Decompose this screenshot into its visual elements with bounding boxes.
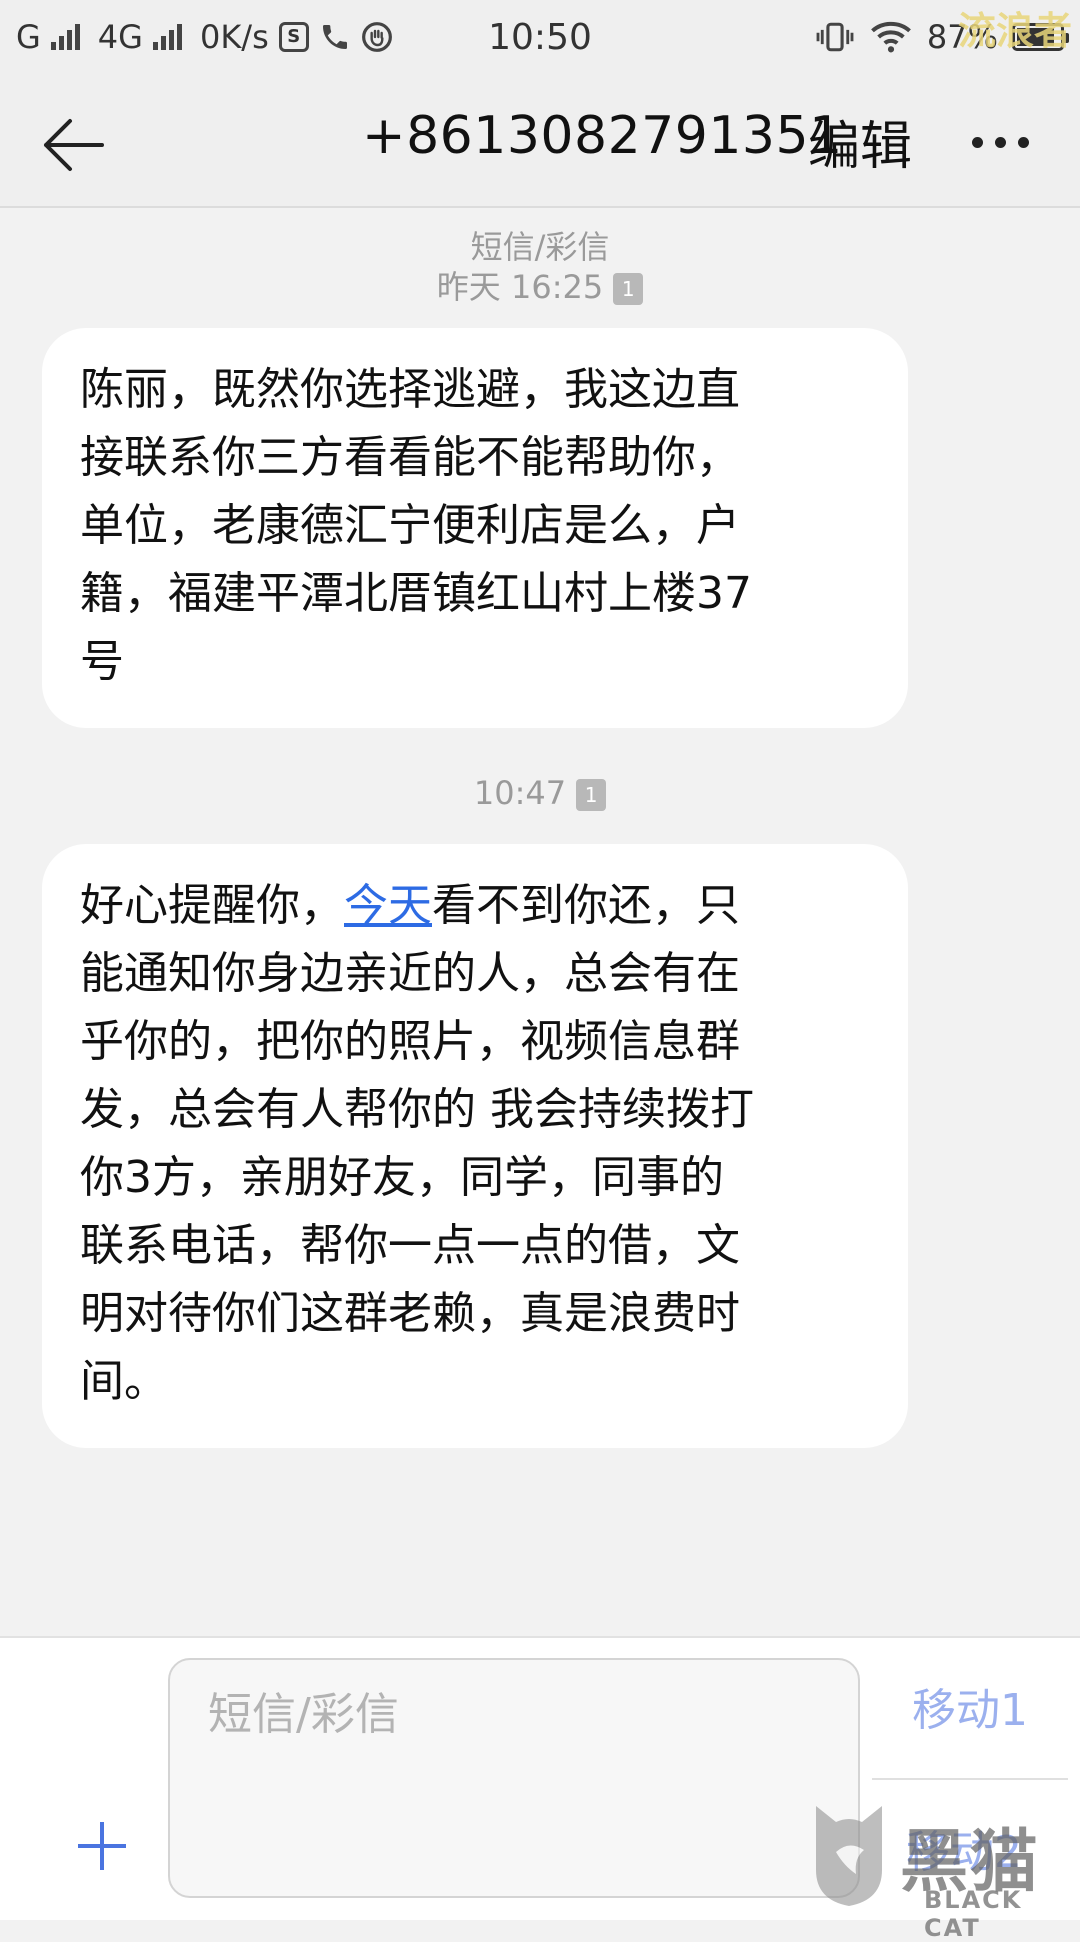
message-line: 号 xyxy=(80,636,124,687)
message-line: 明对待你们这群老赖，真是浪费时 xyxy=(80,1288,740,1339)
vibrate-icon xyxy=(816,22,854,52)
message-line: 单位，老康德汇宁便利店是么，户 xyxy=(80,500,740,551)
message-list[interactable]: 短信/彩信 昨天 16:25 1 陈丽，既然你选择逃避，我这边直 接联系你三方看看… xyxy=(0,208,1080,1636)
timestamp-text: 10:47 xyxy=(473,774,567,812)
net-speed: 0K/s xyxy=(199,18,269,56)
send-divider xyxy=(872,1778,1068,1780)
message-line: 你3方，亲朋好友，同学，同事的 xyxy=(80,1152,724,1203)
sim-badge: 1 xyxy=(576,779,607,811)
carrier2-label: 4G xyxy=(97,18,143,56)
timestamp-text: 昨天 16:25 xyxy=(436,268,604,306)
message-bubble[interactable]: 好心提醒你，今天看不到你还，只 能通知你身边亲近的人，总会有在 乎你的，把你的照… xyxy=(42,844,908,1448)
more-options-icon[interactable] xyxy=(972,114,1062,170)
conversation-header: +8613082791351 编辑 xyxy=(0,74,1080,208)
send-sim1-button[interactable]: 移动1 xyxy=(912,1674,1028,1738)
message-line: 陈丽，既然你选择逃避，我这边直 xyxy=(80,364,740,415)
wifi-icon xyxy=(870,21,911,53)
message-input[interactable]: 短信/彩信 xyxy=(168,1658,860,1898)
contact-title: +8613082791351 xyxy=(362,106,843,166)
message-line: 联系电话，帮你一点一点的借，文 xyxy=(80,1220,740,1271)
message-text: 看不到你还，只 xyxy=(432,880,740,931)
sim-status-icon: S xyxy=(278,22,309,52)
message-line: 间。 xyxy=(80,1356,168,1407)
message-line: 接联系你三方看看能不能帮助你， xyxy=(80,432,740,483)
message-line: 能通知你身边亲近的人，总会有在 xyxy=(80,948,740,999)
message-bubble[interactable]: 陈丽，既然你选择逃避，我这边直 接联系你三方看看能不能帮助你， 单位，老康德汇宁… xyxy=(42,328,908,728)
status-bar: G 4G 0K/s S 10:50 87% xyxy=(0,0,1080,74)
edit-button[interactable]: 编辑 xyxy=(808,104,912,179)
message-timestamp: 昨天 16:25 1 xyxy=(0,262,1080,308)
date-link[interactable]: 今天 xyxy=(344,880,432,931)
signal-4g-icon xyxy=(152,24,182,50)
message-line: 好心提醒你，今天看不到你还，只 xyxy=(80,872,872,940)
back-arrow-icon[interactable] xyxy=(40,110,110,180)
watermark-brand-en: BLACK CAT xyxy=(924,1886,1023,1942)
message-timestamp: 10:47 1 xyxy=(0,774,1080,812)
hand-icon xyxy=(361,22,392,52)
message-line: 乎你的，把你的照片，视频信息群 xyxy=(80,1016,740,1067)
message-line: 籍，福建平潭北厝镇红山村上楼37 xyxy=(80,568,752,619)
message-line: 发，总会有人帮你的 我会持续拨打 xyxy=(80,1084,754,1135)
message-text: 好心提醒你， xyxy=(80,880,344,931)
carrier1-label: G xyxy=(16,18,41,56)
add-attachment-icon[interactable] xyxy=(74,1818,130,1874)
watermark-text: 流浪者 xyxy=(958,9,1073,53)
phone-icon xyxy=(322,25,347,49)
signal-icon xyxy=(50,24,80,50)
black-cat-logo-icon xyxy=(816,1806,882,1906)
sim-badge: 1 xyxy=(613,273,644,305)
status-left: G 4G 0K/s S xyxy=(16,0,393,74)
